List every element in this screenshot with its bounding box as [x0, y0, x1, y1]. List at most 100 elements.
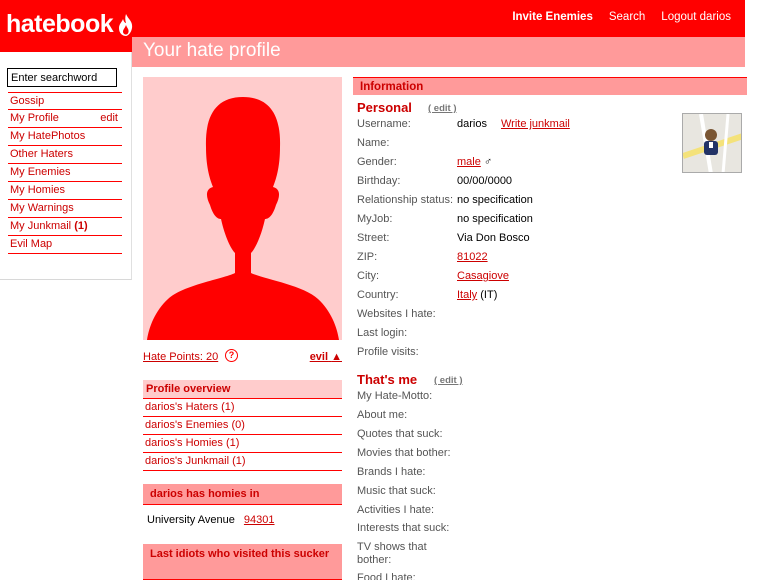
top-nav: Invite Enemies Search Logout darios: [512, 11, 731, 23]
last-visitors-title: Last idiots who visited this sucker: [143, 544, 342, 580]
sidebar-item-gossip[interactable]: Gossip: [8, 92, 122, 110]
overview-haters-link[interactable]: darios's Haters (1): [143, 399, 342, 417]
sidebar-item-label: My Junkmail: [10, 220, 72, 232]
field-label: Name:: [357, 137, 390, 149]
field-label: Country:: [357, 289, 399, 301]
food-field: Food I hate:: [357, 572, 687, 580]
hate-points-row: Hate Points: 20 ? evil ▲: [143, 349, 342, 365]
sidebar-item-enemies[interactable]: My Enemies: [8, 164, 122, 182]
city-link[interactable]: Casagiove: [457, 270, 509, 282]
help-icon[interactable]: ?: [225, 349, 238, 362]
sidebar-item-label: My Homies: [10, 184, 66, 196]
username-field: Username: darios Write junkmail: [357, 118, 687, 137]
field-label: My Hate-Motto:: [357, 390, 433, 402]
sidebar-item-hatephotos[interactable]: My HatePhotos: [8, 128, 122, 146]
profile-overview-box: Profile overview darios's Haters (1) dar…: [143, 380, 342, 471]
field-label: MyJob:: [357, 213, 393, 225]
field-label: Street:: [357, 232, 390, 244]
evil-link[interactable]: evil ▲: [310, 351, 342, 363]
top-bar: hatebook Invite Enemies Search Logout da…: [0, 0, 745, 39]
field-label: Username:: [357, 118, 411, 130]
field-value: darios Write junkmail: [457, 118, 570, 130]
search-link[interactable]: Search: [609, 11, 645, 23]
sidebar-item-label: My Enemies: [10, 166, 71, 178]
thats-me-section-title: That's me: [357, 372, 418, 387]
relationship-field: Relationship status: no specification: [357, 194, 687, 213]
overview-enemies-link[interactable]: darios's Enemies (0): [143, 417, 342, 435]
sidebar-item-label: My Warnings: [10, 202, 74, 214]
last-visitors-box: Last idiots who visited this sucker: [143, 544, 342, 580]
field-label: TV shows that bother:: [357, 541, 427, 566]
flame-icon: ▲: [331, 351, 342, 363]
field-label: City:: [357, 270, 379, 282]
gender-link[interactable]: male: [457, 156, 481, 168]
about-me-field: About me:: [357, 409, 687, 428]
personal-edit-link[interactable]: ( edit ): [428, 103, 457, 114]
hatebook-logo[interactable]: hatebook: [6, 10, 135, 39]
sidebar-item-label: Evil Map: [10, 238, 53, 250]
job-field: MyJob: no specification: [357, 213, 687, 232]
field-label: Last login:: [357, 327, 408, 339]
thats-me-edit-link[interactable]: ( edit ): [434, 375, 463, 386]
sidebar-item-warnings[interactable]: My Warnings: [8, 200, 122, 218]
location-map-thumbnail[interactable]: [682, 113, 742, 173]
hate-points-link[interactable]: Hate Points: 20: [143, 351, 218, 363]
junkmail-count-badge: (1): [74, 220, 88, 232]
name-field: Name:: [357, 137, 687, 156]
field-label: Websites I hate:: [357, 308, 436, 320]
homie-zip-link[interactable]: 94301: [244, 514, 275, 526]
field-label: ZIP:: [357, 251, 378, 263]
field-label: Interests that suck:: [357, 522, 450, 534]
sidebar-item-label: Other Haters: [10, 148, 73, 160]
movies-field: Movies that bother:: [357, 447, 687, 466]
birthday-field: Birthday: 00/00/0000: [357, 175, 687, 194]
sidebar-item-junkmail[interactable]: My Junkmail (1): [8, 218, 122, 236]
last-login-field: Last login:: [357, 327, 687, 346]
sidebar-item-evil-map[interactable]: Evil Map: [8, 236, 122, 254]
silhouette-icon: [147, 97, 339, 340]
field-label: Movies that bother:: [357, 447, 451, 459]
street-field: Street: Via Don Bosco: [357, 232, 687, 251]
page-title: Your hate profile: [132, 37, 745, 67]
write-junkmail-link[interactable]: Write junkmail: [501, 118, 570, 130]
profile-overview-title: Profile overview: [143, 380, 342, 399]
invite-enemies-link[interactable]: Invite Enemies: [512, 11, 593, 23]
evil-label: evil: [309, 351, 329, 363]
sidebar-item-homies[interactable]: My Homies: [8, 182, 122, 200]
field-value: Via Don Bosco: [457, 232, 530, 244]
logout-link[interactable]: Logout darios: [661, 11, 731, 23]
overview-junkmail-link[interactable]: darios's Junkmail (1): [143, 453, 342, 471]
field-label: Birthday:: [357, 175, 401, 187]
field-value: no specification: [457, 194, 533, 206]
information-header: Information: [353, 77, 747, 95]
music-field: Music that suck:: [357, 485, 687, 504]
field-label: Relationship status:: [357, 194, 453, 206]
hate-motto-field: My Hate-Motto:: [357, 390, 687, 409]
search-input[interactable]: [7, 68, 117, 87]
sidebar-item-other-haters[interactable]: Other Haters: [8, 146, 122, 164]
field-label: Quotes that suck:: [357, 428, 443, 440]
sidebar-item-my-profile[interactable]: My Profile edit: [8, 110, 122, 128]
field-value: Italy (IT): [457, 289, 497, 301]
left-sidebar: Gossip My Profile edit My HatePhotos Oth…: [0, 52, 132, 280]
zip-link[interactable]: 81022: [457, 251, 488, 263]
activities-field: Activities I hate:: [357, 504, 687, 523]
profile-edit-link[interactable]: edit: [100, 110, 118, 127]
homie-location-row: University Avenue 94301: [143, 505, 342, 533]
brands-field: Brands I hate:: [357, 466, 687, 485]
overview-homies-link[interactable]: darios's Homies (1): [143, 435, 342, 453]
quotes-field: Quotes that suck:: [357, 428, 687, 447]
field-label: Brands I hate:: [357, 466, 426, 478]
homies-location-title: darios has homies in: [143, 484, 342, 505]
field-label: Food I hate:: [357, 572, 416, 580]
field-label: Profile visits:: [357, 346, 419, 358]
homie-place: University Avenue: [147, 514, 235, 526]
country-code: (IT): [480, 289, 498, 301]
profile-photo-placeholder[interactable]: [143, 77, 342, 340]
field-label: Activities I hate:: [357, 504, 435, 516]
logo-text: hatebook: [6, 10, 114, 38]
flame-icon: [119, 13, 133, 36]
tv-shows-field: TV shows that bother:: [357, 541, 437, 569]
country-link[interactable]: Italy: [457, 289, 477, 301]
field-value: no specification: [457, 213, 533, 225]
